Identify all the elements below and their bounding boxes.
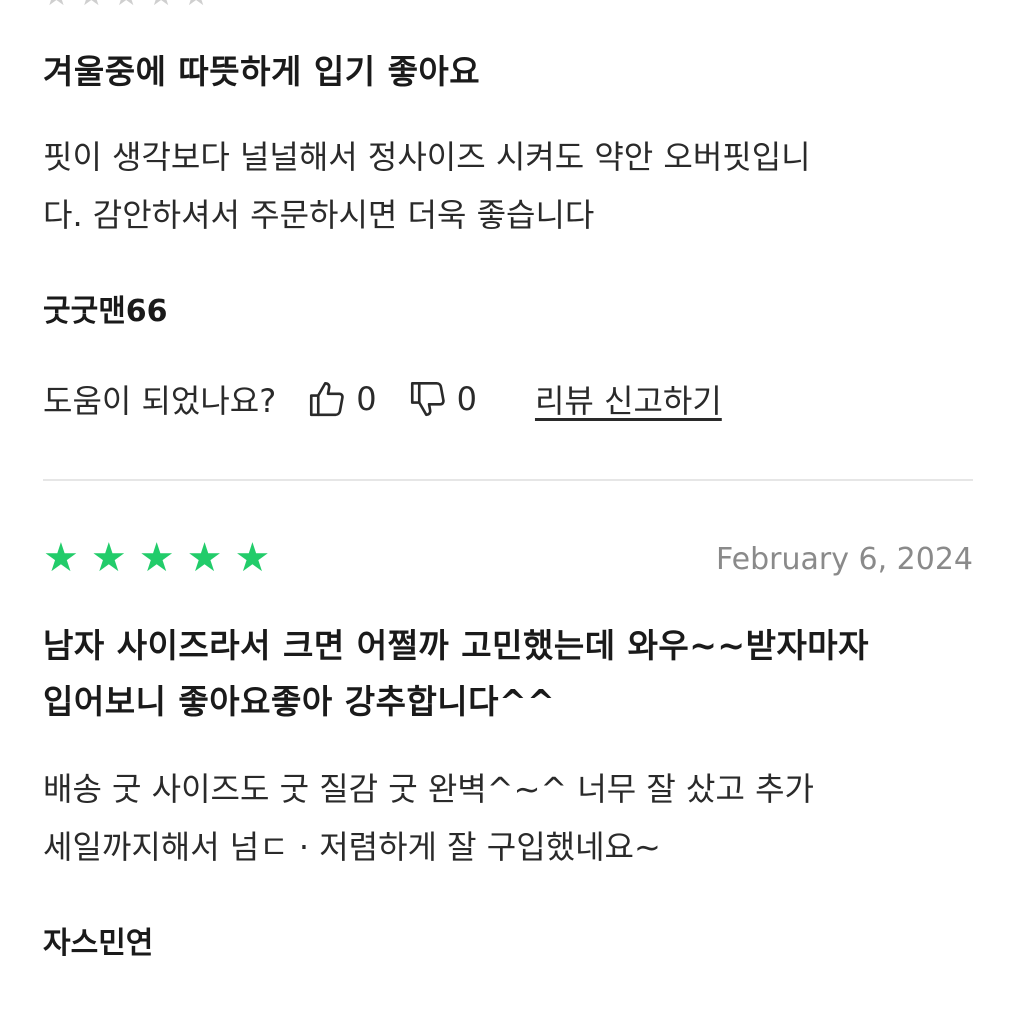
review-card: ★ ★ ★ ★ ★ February 6, 2024 남자 사이즈라서 크면 어…: [43, 534, 973, 961]
star-icon: ★: [43, 535, 79, 581]
cutoff-stars: ★★★★★: [43, 0, 217, 13]
review-body-line: 다. 감안하셔서 주문하시면 더욱 좋습니다: [43, 196, 595, 234]
review-author: 자스민연: [43, 926, 154, 961]
review-body-line: 핏이 생각보다 널널해서 정사이즈 시켜도 약안 오버핏입니: [43, 138, 811, 176]
star-icon: ★: [186, 535, 223, 581]
review-body-line: 세일까지해서 넘ㄷ · 저렴하게 잘 구입했네요~: [43, 828, 661, 866]
star-icon: ★: [138, 535, 175, 581]
dislike-count: 0: [456, 380, 477, 418]
review-title-line: 남자 사이즈라서 크면 어쩔까 고민했는데 와우~~받자마자: [43, 626, 870, 665]
helpful-question: 도움이 되었나요?: [43, 382, 277, 420]
review-author: 굿굿맨66: [43, 294, 168, 329]
review-body: 핏이 생각보다 널널해서 정사이즈 시켜도 약안 오버핏입니 다. 감안하셔서 …: [43, 128, 983, 244]
review-date: February 6, 2024: [716, 542, 973, 577]
thumbs-up-icon: [310, 381, 345, 417]
review-title: 남자 사이즈라서 크면 어쩔까 고민했는데 와우~~받자마자 입어보니 좋아요좋…: [43, 618, 983, 730]
previous-rating-row-cutoff: ★★★★★: [43, 0, 973, 13]
review-title: 겨울중에 따뜻하게 입기 좋아요: [43, 52, 481, 91]
rating-row: ★ ★ ★ ★ ★ February 6, 2024: [43, 534, 973, 584]
like-count: 0: [356, 380, 377, 418]
review-divider: [43, 479, 973, 481]
thumbs-down-icon: [410, 381, 445, 417]
review-body: 배송 굿 사이즈도 굿 질감 굿 완벽^~^ 너무 잘 샀고 추가 세일까지해서…: [43, 760, 983, 876]
report-review-link[interactable]: 리뷰 신고하기: [535, 376, 722, 422]
like-button[interactable]: 0: [306, 378, 377, 420]
review-title-line: 입어보니 좋아요좋아 강추합니다^^: [43, 682, 556, 721]
star-icon: ★: [234, 535, 271, 581]
dislike-button[interactable]: 0: [407, 378, 477, 420]
helpful-row: 도움이 되었나요? 0 0 리뷰 신고하기: [43, 376, 722, 422]
review-body-line: 배송 굿 사이즈도 굿 질감 굿 완벽^~^ 너무 잘 샀고 추가: [43, 770, 814, 808]
star-icon: ★: [90, 535, 127, 581]
